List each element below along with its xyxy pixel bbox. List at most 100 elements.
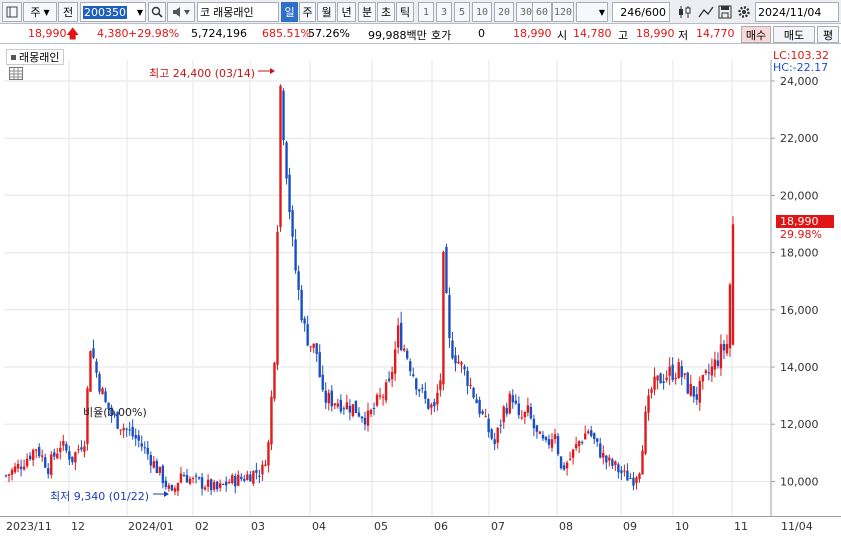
interval-label: 10: [475, 6, 489, 18]
candle-body: [553, 434, 557, 440]
period-minute-button[interactable]: 분: [358, 2, 376, 22]
candle: [381, 393, 385, 406]
candle-body: [499, 424, 502, 426]
candle: [188, 476, 192, 486]
period-day-button[interactable]: 일: [281, 2, 298, 22]
chart-legend[interactable]: 래몽래인: [6, 49, 65, 65]
candle-body: [562, 465, 566, 470]
candle: [448, 287, 451, 348]
candle-body: [212, 482, 216, 490]
interval-button[interactable]: 60: [532, 2, 552, 22]
prev-label: 전: [62, 6, 74, 19]
candle-body: [574, 444, 578, 449]
candle: [95, 358, 98, 378]
candle-body: [520, 417, 524, 419]
period-year-button[interactable]: 년: [337, 2, 356, 22]
market-type-select[interactable]: 주 ▼: [23, 2, 57, 22]
candle-body: [415, 378, 418, 390]
candle-body: [221, 483, 225, 485]
x-tick-label: 11/04: [781, 520, 813, 533]
candle-body: [300, 289, 303, 321]
candle-body: [258, 475, 261, 477]
period-week-button[interactable]: 주: [299, 2, 316, 22]
candle: [617, 462, 620, 479]
y-tick-label: 16,000: [780, 304, 819, 317]
candle: [330, 385, 333, 412]
candle: [644, 405, 647, 456]
period-month-button[interactable]: 월: [317, 2, 336, 22]
candle-body: [638, 473, 641, 480]
candle-body: [203, 487, 207, 490]
gear-icon[interactable]: [735, 2, 753, 22]
candle: [496, 426, 499, 449]
candle: [538, 430, 542, 435]
line-tool-icon[interactable]: [697, 2, 715, 22]
period-tick-button[interactable]: 틱: [396, 2, 414, 22]
speaker-icon[interactable]: [167, 2, 195, 22]
candle-body: [617, 464, 620, 473]
candle: [728, 282, 732, 357]
candle: [520, 409, 524, 420]
candle: [104, 387, 107, 403]
candle-body: [460, 362, 463, 365]
x-tick-label: 08: [559, 520, 573, 533]
interval-button[interactable]: 120: [552, 2, 574, 22]
eval-button[interactable]: 평: [817, 26, 839, 43]
candle-body: [267, 442, 270, 466]
period-second-button[interactable]: 초: [377, 2, 395, 22]
candle-body: [514, 400, 518, 404]
candle-body: [161, 465, 165, 484]
interval-button[interactable]: 3: [436, 2, 452, 22]
candle-body: [523, 412, 527, 418]
candle: [550, 433, 554, 452]
candle: [641, 445, 644, 475]
candle-body: [345, 402, 349, 410]
candle-body: [80, 447, 83, 450]
interval-button[interactable]: 20: [494, 2, 514, 22]
candle-body: [240, 476, 243, 480]
buy-button[interactable]: 매수: [741, 26, 771, 43]
chevron-down-icon: ▼: [43, 7, 50, 17]
candle: [523, 411, 527, 424]
count-input[interactable]: 246 /600: [612, 2, 670, 22]
candle-body: [384, 382, 388, 401]
candle-body: [671, 364, 674, 380]
search-icon[interactable]: [148, 2, 166, 22]
interval-button[interactable]: 1: [418, 2, 434, 22]
candle-body: [306, 324, 309, 346]
candle-body: [535, 425, 539, 432]
candle-icon[interactable]: [674, 2, 696, 22]
prev-button[interactable]: 전: [58, 2, 78, 22]
candle-body: [375, 394, 379, 406]
candle-body: [77, 449, 80, 451]
sell-button[interactable]: 매도: [773, 26, 815, 43]
candle-body: [309, 346, 312, 348]
interval-dropdown[interactable]: ▼: [576, 2, 608, 22]
save-icon[interactable]: [716, 2, 734, 22]
price-chart[interactable]: 24,000 22,000 20,000 18,000 16,000 14,000 12,0…: [0, 46, 841, 516]
candle-body: [406, 350, 409, 359]
candle: [668, 357, 671, 386]
candle: [484, 408, 487, 418]
interval-button[interactable]: 5: [454, 2, 470, 22]
table-grid-icon[interactable]: [9, 67, 23, 80]
window-menu-icon[interactable]: [2, 2, 22, 22]
candle-body: [683, 373, 686, 375]
stock-name-field[interactable]: 코 래몽래인: [197, 2, 279, 22]
x-tick-label: 03: [251, 520, 265, 533]
candle-body: [653, 376, 656, 390]
candle-body: [218, 483, 222, 488]
candle: [689, 374, 692, 397]
candle: [158, 466, 162, 476]
candle-body: [291, 210, 294, 237]
interval-button[interactable]: 10: [472, 2, 492, 22]
candle-body: [134, 434, 137, 439]
candle: [357, 407, 361, 418]
stock-code-input[interactable]: 200350 ▼: [80, 2, 146, 22]
candle-body: [402, 348, 406, 351]
candle: [390, 366, 394, 388]
date-input[interactable]: 2024/11/04: [755, 2, 839, 22]
candle-body: [4, 475, 8, 477]
candle: [161, 464, 165, 489]
candle: [451, 332, 454, 360]
